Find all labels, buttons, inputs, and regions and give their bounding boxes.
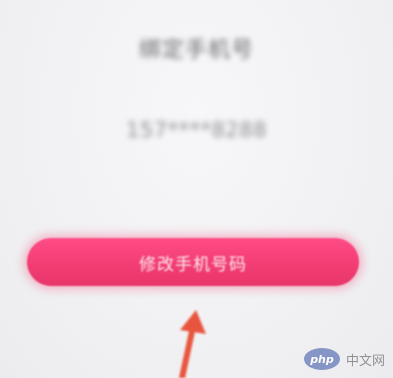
arrow-up-icon [179, 310, 206, 378]
phone-settings-screen: 绑定手机号 157****8288 修改手机号码 php 中文网 [0, 0, 393, 378]
site-watermark: php 中文网 [303, 348, 385, 370]
php-logo: php [303, 348, 340, 370]
change-phone-button[interactable]: 修改手机号码 [27, 238, 359, 286]
watermark-text: 中文网 [345, 353, 385, 369]
change-phone-button-label: 修改手机号码 [139, 254, 247, 275]
bound-phone-title: 绑定手机号 [138, 38, 254, 63]
bound-phone-number: 157****8288 [125, 118, 268, 142]
